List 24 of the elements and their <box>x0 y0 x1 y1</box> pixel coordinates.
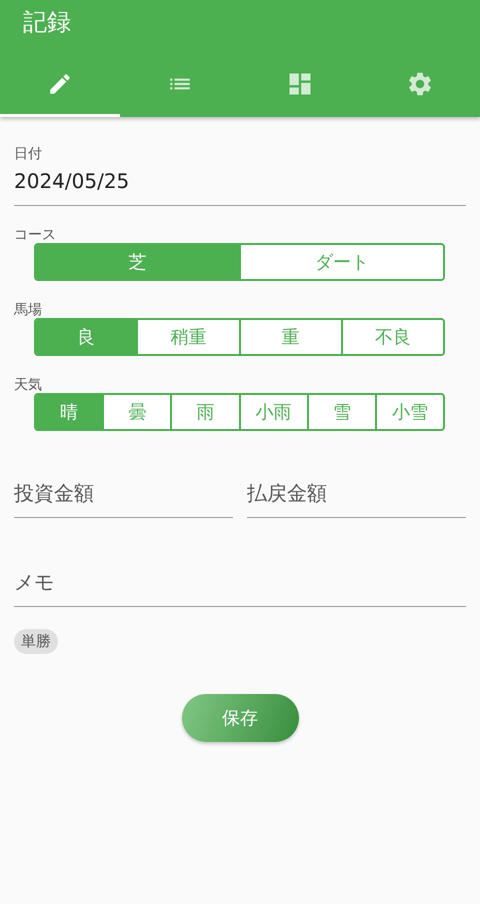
bet-type-chip[interactable]: 単勝 <box>14 629 58 654</box>
field-label: 天気 <box>14 377 42 393</box>
save-button[interactable]: 保存 <box>182 694 298 742</box>
segment-option[interactable]: 良 <box>36 320 136 354</box>
segment-option[interactable]: 不良 <box>340 320 443 354</box>
field-label: 日付 <box>14 145 42 163</box>
segment-option[interactable]: 稍重 <box>136 320 238 354</box>
date-field[interactable]: 2024/05/25 <box>14 169 466 206</box>
settings-icon <box>406 70 434 98</box>
segment-option[interactable]: 雨 <box>170 395 239 429</box>
field-label: 馬場 <box>14 302 42 318</box>
segment-option[interactable]: 小雨 <box>238 395 307 429</box>
segment-option[interactable]: 雪 <box>306 395 375 429</box>
amount-field[interactable]: 払戻金額 <box>247 481 466 518</box>
memo-field[interactable]: メモ <box>14 570 466 607</box>
segment-option[interactable]: ダート <box>238 245 443 279</box>
segment-option[interactable]: 芝 <box>36 245 238 279</box>
amount-field[interactable]: 投資金額 <box>14 481 233 518</box>
field-label: コース <box>14 227 56 243</box>
segment-option[interactable]: 小雪 <box>374 395 443 429</box>
app-title: 記録 <box>22 7 72 38</box>
segment-option[interactable]: 晴 <box>36 395 102 429</box>
segment-option[interactable]: 曇 <box>102 395 170 429</box>
segment-option[interactable]: 重 <box>238 320 341 354</box>
